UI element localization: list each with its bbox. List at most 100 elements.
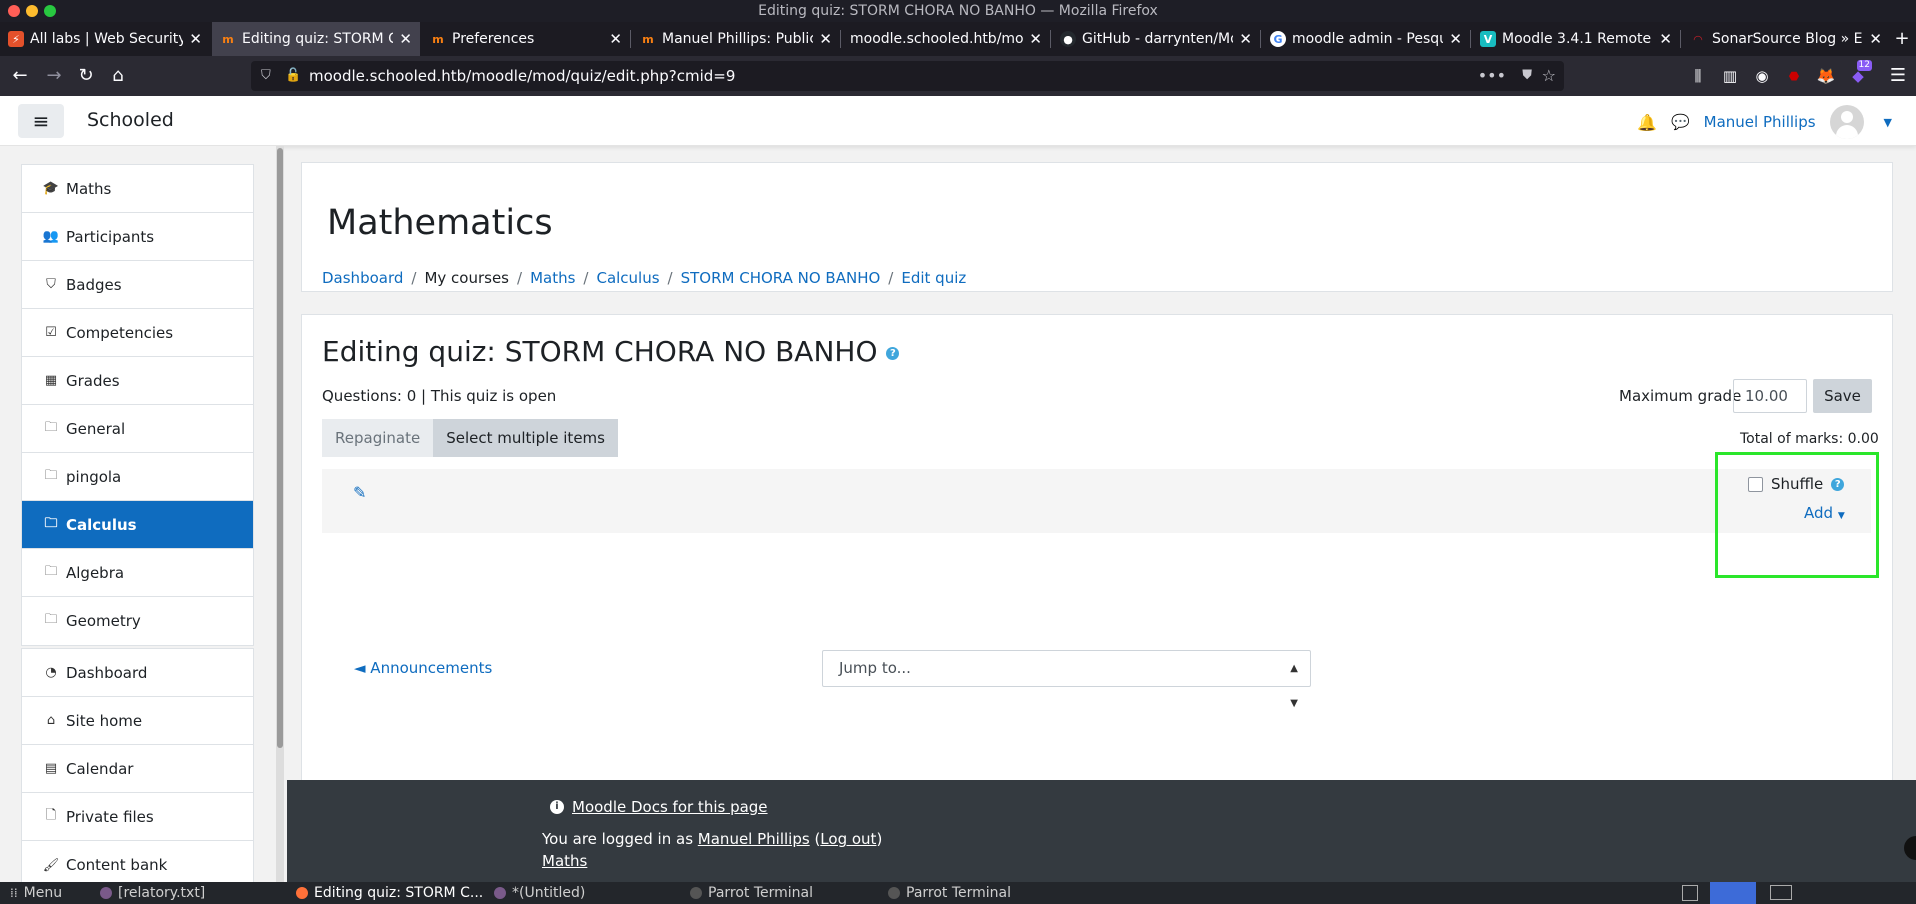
notification-bell-icon[interactable]: 🔔 <box>1637 113 1657 132</box>
tab-editing-quiz[interactable]: m Editing quiz: STORM C ✕ <box>212 22 420 56</box>
sidebar-item-general[interactable]: 🗀 General <box>22 405 253 453</box>
sidebar-item-pingola[interactable]: 🗀 pingola <box>22 453 253 501</box>
tab-web-security[interactable]: ⚡ All labs | Web Security ✕ <box>0 22 210 56</box>
pocket-icon[interactable]: ⛊ <box>1522 61 1532 91</box>
tray-icon[interactable] <box>1682 885 1698 901</box>
sidebar-item-competencies[interactable]: ☑ Competencies <box>22 309 253 357</box>
sidebar-item-grades[interactable]: ▦ Grades <box>22 357 253 405</box>
help-icon[interactable]: ? <box>886 346 900 360</box>
tab-preferences[interactable]: m Preferences ✕ <box>422 22 630 56</box>
close-icon[interactable]: ✕ <box>1869 30 1882 48</box>
extension-icon[interactable]: ◆ 12 <box>1844 60 1872 90</box>
library-icon[interactable]: ⫼ <box>1684 62 1712 90</box>
text-editor-icon <box>494 887 506 899</box>
dashboard-icon: ◔ <box>45 665 57 680</box>
home-icon: ⌂ <box>46 713 56 728</box>
sidebar-item-private-files[interactable]: 🗋 Private files <box>22 793 253 841</box>
sidebar-item-algebra[interactable]: 🗀 Algebra <box>22 549 253 597</box>
taskbar-item-untitled[interactable]: *(Untitled) <box>494 882 585 904</box>
sidebar-item-badges[interactable]: ⛉ Badges <box>22 261 253 309</box>
taskbar-item-relatory[interactable]: [relatory.txt] <box>100 882 205 904</box>
minimize-window-icon[interactable] <box>26 5 38 17</box>
more-actions-icon[interactable]: ••• <box>1478 61 1506 91</box>
moodle-docs-link[interactable]: Moodle Docs for this page <box>572 798 768 816</box>
course-link[interactable]: Maths <box>542 852 587 870</box>
folder-icon: 🗀 <box>44 515 58 531</box>
breadcrumb-calculus[interactable]: Calculus <box>596 269 659 287</box>
account-icon[interactable]: ◉ <box>1748 62 1776 90</box>
tab-google-search[interactable]: G moodle admin - Pesqu ✕ <box>1262 22 1470 56</box>
save-button[interactable]: Save <box>1813 379 1872 413</box>
workspace-2[interactable] <box>1770 885 1792 900</box>
sidebar-item-calendar[interactable]: ▤ Calendar <box>22 745 253 793</box>
edit-section-pencil-icon[interactable]: ✎ <box>353 483 366 502</box>
browser-toolbar: ← → ↻ ⌂ ⛉ 🔓 moodle.schooled.htb/moodle/m… <box>0 56 1916 96</box>
new-tab-icon[interactable]: + <box>1888 25 1916 53</box>
check-square-icon: ☑ <box>45 325 57 340</box>
close-icon[interactable]: ✕ <box>1029 30 1042 48</box>
user-menu-name[interactable]: Manuel Phillips <box>1704 113 1816 131</box>
profile-link[interactable]: Manuel Phillips <box>698 830 810 848</box>
add-menu-button[interactable]: Add ▼ <box>1804 504 1845 522</box>
close-icon[interactable]: ✕ <box>189 30 202 48</box>
tab-moodle-url[interactable]: moodle.schooled.htb/moo ✕ <box>842 22 1050 56</box>
repaginate-button[interactable]: Repaginate <box>322 419 434 457</box>
sidebar-item-calculus[interactable]: 🗀 Calculus <box>22 501 253 549</box>
sidebar-icon[interactable]: ▥ <box>1716 62 1744 90</box>
close-icon[interactable]: ✕ <box>399 30 412 48</box>
shield-icon: ⛉ <box>261 68 271 83</box>
close-icon[interactable]: ✕ <box>1449 30 1462 48</box>
folder-icon: 🗀 <box>44 563 58 579</box>
close-window-icon[interactable] <box>8 5 20 17</box>
sidebar-item-geometry[interactable]: 🗀 Geometry <box>22 597 253 645</box>
reload-icon[interactable]: ↻ <box>72 62 100 90</box>
firefox-icon <box>296 887 308 899</box>
prev-activity-link[interactable]: ◄ Announcements <box>354 659 492 677</box>
home-icon[interactable]: ⌂ <box>104 62 132 90</box>
avatar[interactable] <box>1829 105 1864 139</box>
breadcrumb-edit-quiz[interactable]: Edit quiz <box>901 269 966 287</box>
sidebar-item-maths[interactable]: 🎓 Maths <box>22 165 253 213</box>
select-multiple-button[interactable]: Select multiple items <box>433 419 618 457</box>
forward-icon[interactable]: → <box>40 62 68 90</box>
start-menu-button[interactable]: ⁞⁞ Menu <box>10 882 62 904</box>
url-bar[interactable]: ⛉ 🔓 moodle.schooled.htb/moodle/mod/quiz/… <box>251 61 1564 91</box>
sidebar-item-dashboard[interactable]: ◔ Dashboard <box>22 649 253 697</box>
close-icon[interactable]: ✕ <box>819 30 832 48</box>
sidebar-scrollbar[interactable] <box>276 146 284 882</box>
chevron-down-icon[interactable]: ▼ <box>1884 116 1892 129</box>
tab-vulners[interactable]: V Moodle 3.4.1 Remote ✕ <box>1472 22 1680 56</box>
breadcrumb-quiz[interactable]: STORM CHORA NO BANHO <box>681 269 881 287</box>
tab-sonarsource[interactable]: ◠ SonarSource Blog » Ev ✕ <box>1682 22 1890 56</box>
shuffle-checkbox[interactable] <box>1748 476 1763 492</box>
sidebar-item-participants[interactable]: 👥 Participants <box>22 213 253 261</box>
sidebar-item-site-home[interactable]: ⌂ Site home <box>22 697 253 745</box>
breadcrumb-dashboard[interactable]: Dashboard <box>322 269 403 287</box>
logout-link[interactable]: Log out <box>820 830 876 848</box>
foxyproxy-icon[interactable]: 🦊 <box>1812 62 1840 90</box>
site-name[interactable]: Schooled <box>87 109 174 131</box>
page-title: Mathematics <box>327 203 553 243</box>
max-grade-input[interactable]: 10.00 <box>1733 379 1807 413</box>
breadcrumb-maths[interactable]: Maths <box>530 269 575 287</box>
maximize-window-icon[interactable] <box>44 5 56 17</box>
bookmark-star-icon[interactable]: ☆ <box>1542 61 1556 91</box>
taskbar-item-terminal-2[interactable]: Parrot Terminal <box>888 882 1011 904</box>
close-icon[interactable]: ✕ <box>1659 30 1672 48</box>
jump-to-select[interactable]: Jump to... ▲ ▼ <box>822 650 1311 709</box>
close-icon[interactable]: ✕ <box>609 30 622 48</box>
drawer-toggle-button[interactable]: ≡ <box>18 104 64 138</box>
messages-icon[interactable]: 💬 <box>1671 113 1690 131</box>
tab-github[interactable]: ● GitHub - darrynten/Mo ✕ <box>1052 22 1260 56</box>
workspace-1[interactable] <box>1710 882 1756 904</box>
page-viewport: ≡ Schooled 🔔 💬 Manuel Phillips ▼ 🎓 Maths … <box>0 96 1916 882</box>
help-icon[interactable]: ? <box>1831 477 1845 491</box>
menu-icon[interactable]: ☰ <box>1884 62 1912 90</box>
back-icon[interactable]: ← <box>6 62 34 90</box>
tab-manuel-profile[interactable]: m Manuel Phillips: Public ✕ <box>632 22 840 56</box>
taskbar-item-terminal-1[interactable]: Parrot Terminal <box>690 882 813 904</box>
ublock-icon[interactable]: ⬣ <box>1780 62 1808 90</box>
close-icon[interactable]: ✕ <box>1239 30 1252 48</box>
sidebar-item-content-bank[interactable]: 🖌 Content bank <box>22 841 253 882</box>
taskbar-item-firefox[interactable]: Editing quiz: STORM C... <box>296 882 483 904</box>
